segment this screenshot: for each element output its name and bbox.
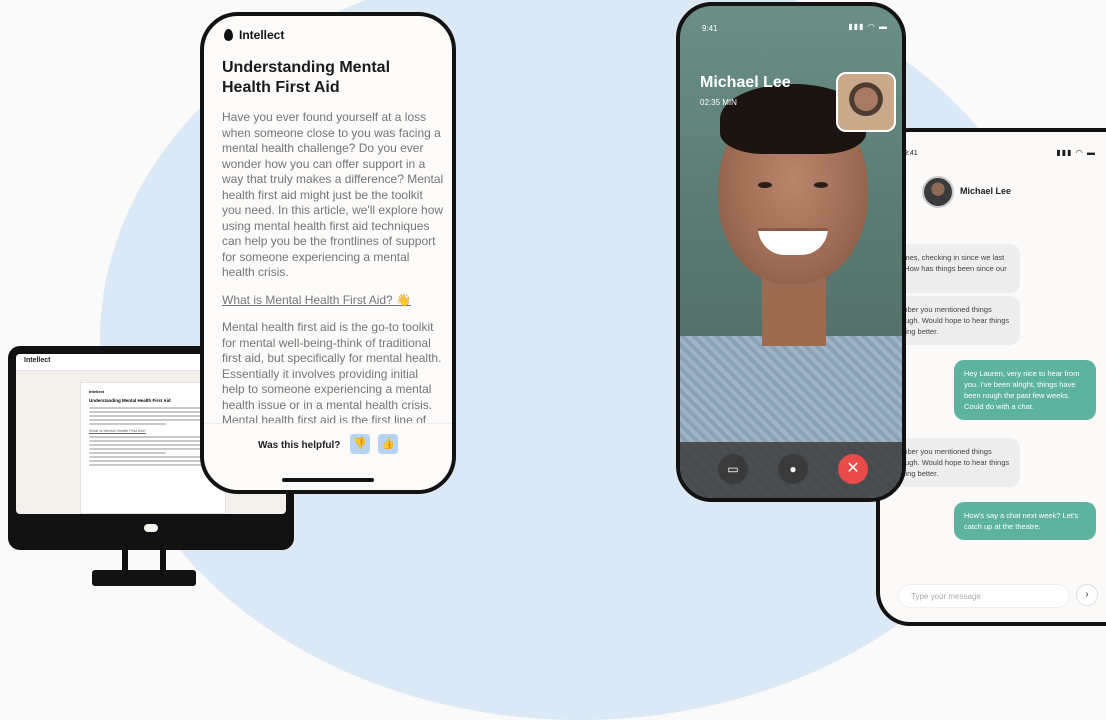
send-icon[interactable]: › <box>1076 584 1098 606</box>
text-line <box>89 415 217 417</box>
message-bubble-outgoing: How's say a chat next week? Let's catch … <box>954 502 1096 540</box>
text-line <box>89 460 217 462</box>
contact-name: Michael Lee <box>960 186 1012 196</box>
text-line <box>89 419 217 421</box>
wave-emoji-icon: 👋 <box>396 292 412 307</box>
status-time: 9:41 <box>904 150 918 157</box>
call-duration: 02:35 MIN <box>700 98 737 107</box>
text-line <box>89 452 166 454</box>
brand-name: Intellect <box>239 28 285 42</box>
text-line <box>89 407 217 409</box>
text-line <box>89 436 217 438</box>
caller-name: Michael Lee <box>700 74 791 91</box>
text-line <box>89 440 217 442</box>
text-line <box>89 464 217 466</box>
article-brand: Intellect <box>224 28 284 42</box>
video-call-phone: 9:41 ▮▮▮ ◠ ▬ Michael Lee 02:35 MIN ▭ ● ✕ <box>676 2 906 502</box>
text-line <box>89 444 217 446</box>
thumbs-down-button[interactable]: 👎 <box>350 434 370 454</box>
section-heading-link[interactable]: What is Mental Health First Aid? 👋 <box>222 293 444 309</box>
text-line <box>89 423 166 425</box>
camera-icon[interactable]: ▭ <box>718 454 748 484</box>
mic-icon[interactable]: ● <box>778 454 808 484</box>
self-view-thumbnail[interactable] <box>836 72 896 132</box>
caller-eye <box>758 182 772 188</box>
message-input[interactable]: Type your message <box>898 584 1070 608</box>
status-time: 9:41 <box>702 24 718 33</box>
chat-phone: 9:41 ▮▮▮ ◠ ▬ Michael Lee Hey James, chec… <box>876 128 1106 626</box>
monitor-logo-dot <box>144 524 158 532</box>
monitor-card-link[interactable]: What is Mental Health First Aid? <box>89 428 217 433</box>
monitor-logo: Intellect <box>24 357 51 364</box>
article-intro: Have you ever found yourself at a loss w… <box>222 110 444 279</box>
thumbs-up-button[interactable]: 👍 <box>378 434 398 454</box>
article-phone: Intellect Understanding Mental Health Fi… <box>200 12 456 494</box>
status-icons: ▮▮▮ ◠ ▬ <box>848 22 888 31</box>
helpful-prompt: Was this helpful? <box>258 440 341 451</box>
call-controls: ▭ ● ✕ <box>680 442 902 498</box>
caller-neck <box>762 276 826 346</box>
monitor-card-brand: Intellect <box>89 389 105 394</box>
end-call-icon[interactable]: ✕ <box>838 454 868 484</box>
monitor-card-title: Understanding Mental Health First Aid <box>89 398 171 403</box>
monitor-base <box>92 570 196 586</box>
section-heading-text: What is Mental Health First Aid? <box>222 292 393 307</box>
article-title: Understanding Mental Health First Aid <box>222 59 391 96</box>
status-icons: ▮▮▮ ◠ ▬ <box>1056 148 1096 157</box>
avatar[interactable] <box>922 176 954 208</box>
article-body: Have you ever found yourself at a loss w… <box>222 110 444 454</box>
helpful-footer: Was this helpful? 👎 👍 <box>204 423 452 490</box>
home-indicator <box>282 478 374 482</box>
text-line <box>89 456 217 458</box>
text-line <box>89 411 217 413</box>
message-bubble-outgoing: Hey Lauren, very nice to hear from you. … <box>954 360 1096 420</box>
text-line <box>89 448 217 450</box>
caller-eye <box>814 182 828 188</box>
drop-icon <box>224 29 233 41</box>
